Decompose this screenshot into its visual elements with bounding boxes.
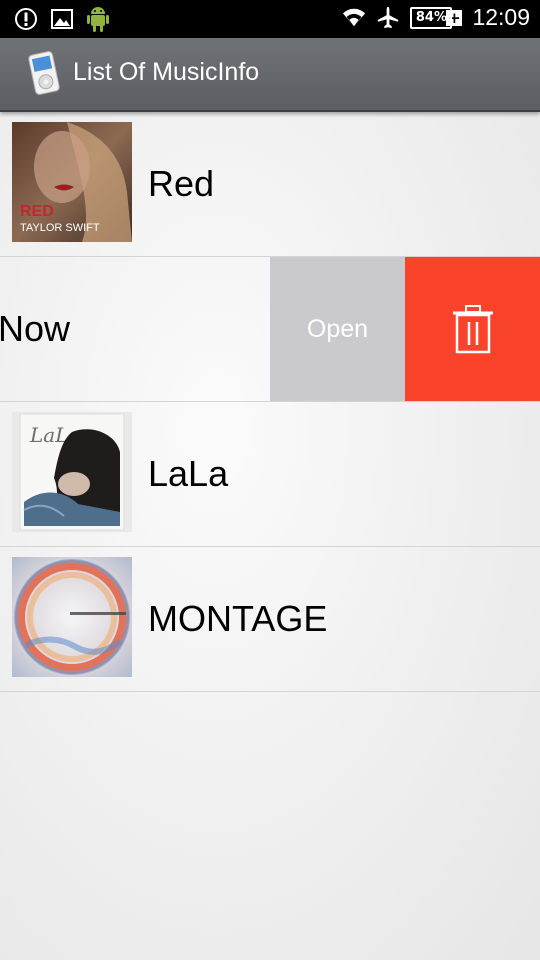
status-system: 84% + 12:09 <box>342 4 530 31</box>
album-art-lala: LaLa <box>12 412 132 532</box>
battery-level: 84% <box>415 10 447 25</box>
status-bar: 84% + 12:09 <box>0 0 540 38</box>
song-title: MONTAGE <box>148 598 328 639</box>
action-bar: List Of MusicInfo <box>0 38 540 112</box>
list-item-content[interactable]: LaLa LaLa <box>0 402 540 546</box>
album-art-red: RED TAYLOR SWIFT <box>12 122 132 242</box>
android-icon <box>86 6 110 32</box>
image-icon <box>50 6 74 32</box>
open-button[interactable]: Open <box>270 257 405 401</box>
song-title: Red <box>148 163 215 204</box>
trash-icon <box>452 305 493 354</box>
status-notifications <box>14 6 110 32</box>
album-art-montage <box>12 557 132 677</box>
album-art-red-word: RED <box>20 203 54 220</box>
page-title: List Of MusicInfo <box>73 58 260 86</box>
music-list: RED TAYLOR SWIFT Red Now Open LaLa LaLa … <box>0 112 540 692</box>
airplane-icon <box>376 5 400 31</box>
list-item[interactable]: MONTAGE <box>0 547 540 692</box>
list-item-content[interactable]: Now <box>0 257 270 401</box>
album-art-artist: TAYLOR SWIFT <box>20 222 100 234</box>
battery-icon: 84% <box>410 6 453 29</box>
song-title: Now <box>0 308 71 349</box>
list-item-swiped[interactable]: Now Open <box>0 257 540 402</box>
list-item-content[interactable]: MONTAGE <box>0 547 540 691</box>
list-item[interactable]: RED TAYLOR SWIFT Red <box>0 112 540 257</box>
music-player-icon[interactable] <box>24 50 64 96</box>
song-title: LaLa <box>148 453 229 494</box>
clock: 12:09 <box>472 4 530 30</box>
delete-button[interactable] <box>405 257 540 401</box>
wifi-icon <box>342 5 366 31</box>
list-item[interactable]: LaLa LaLa <box>0 402 540 547</box>
battery-indicator: 84% + <box>410 6 463 29</box>
list-item-content[interactable]: RED TAYLOR SWIFT Red <box>0 112 540 256</box>
alert-icon <box>14 6 38 32</box>
